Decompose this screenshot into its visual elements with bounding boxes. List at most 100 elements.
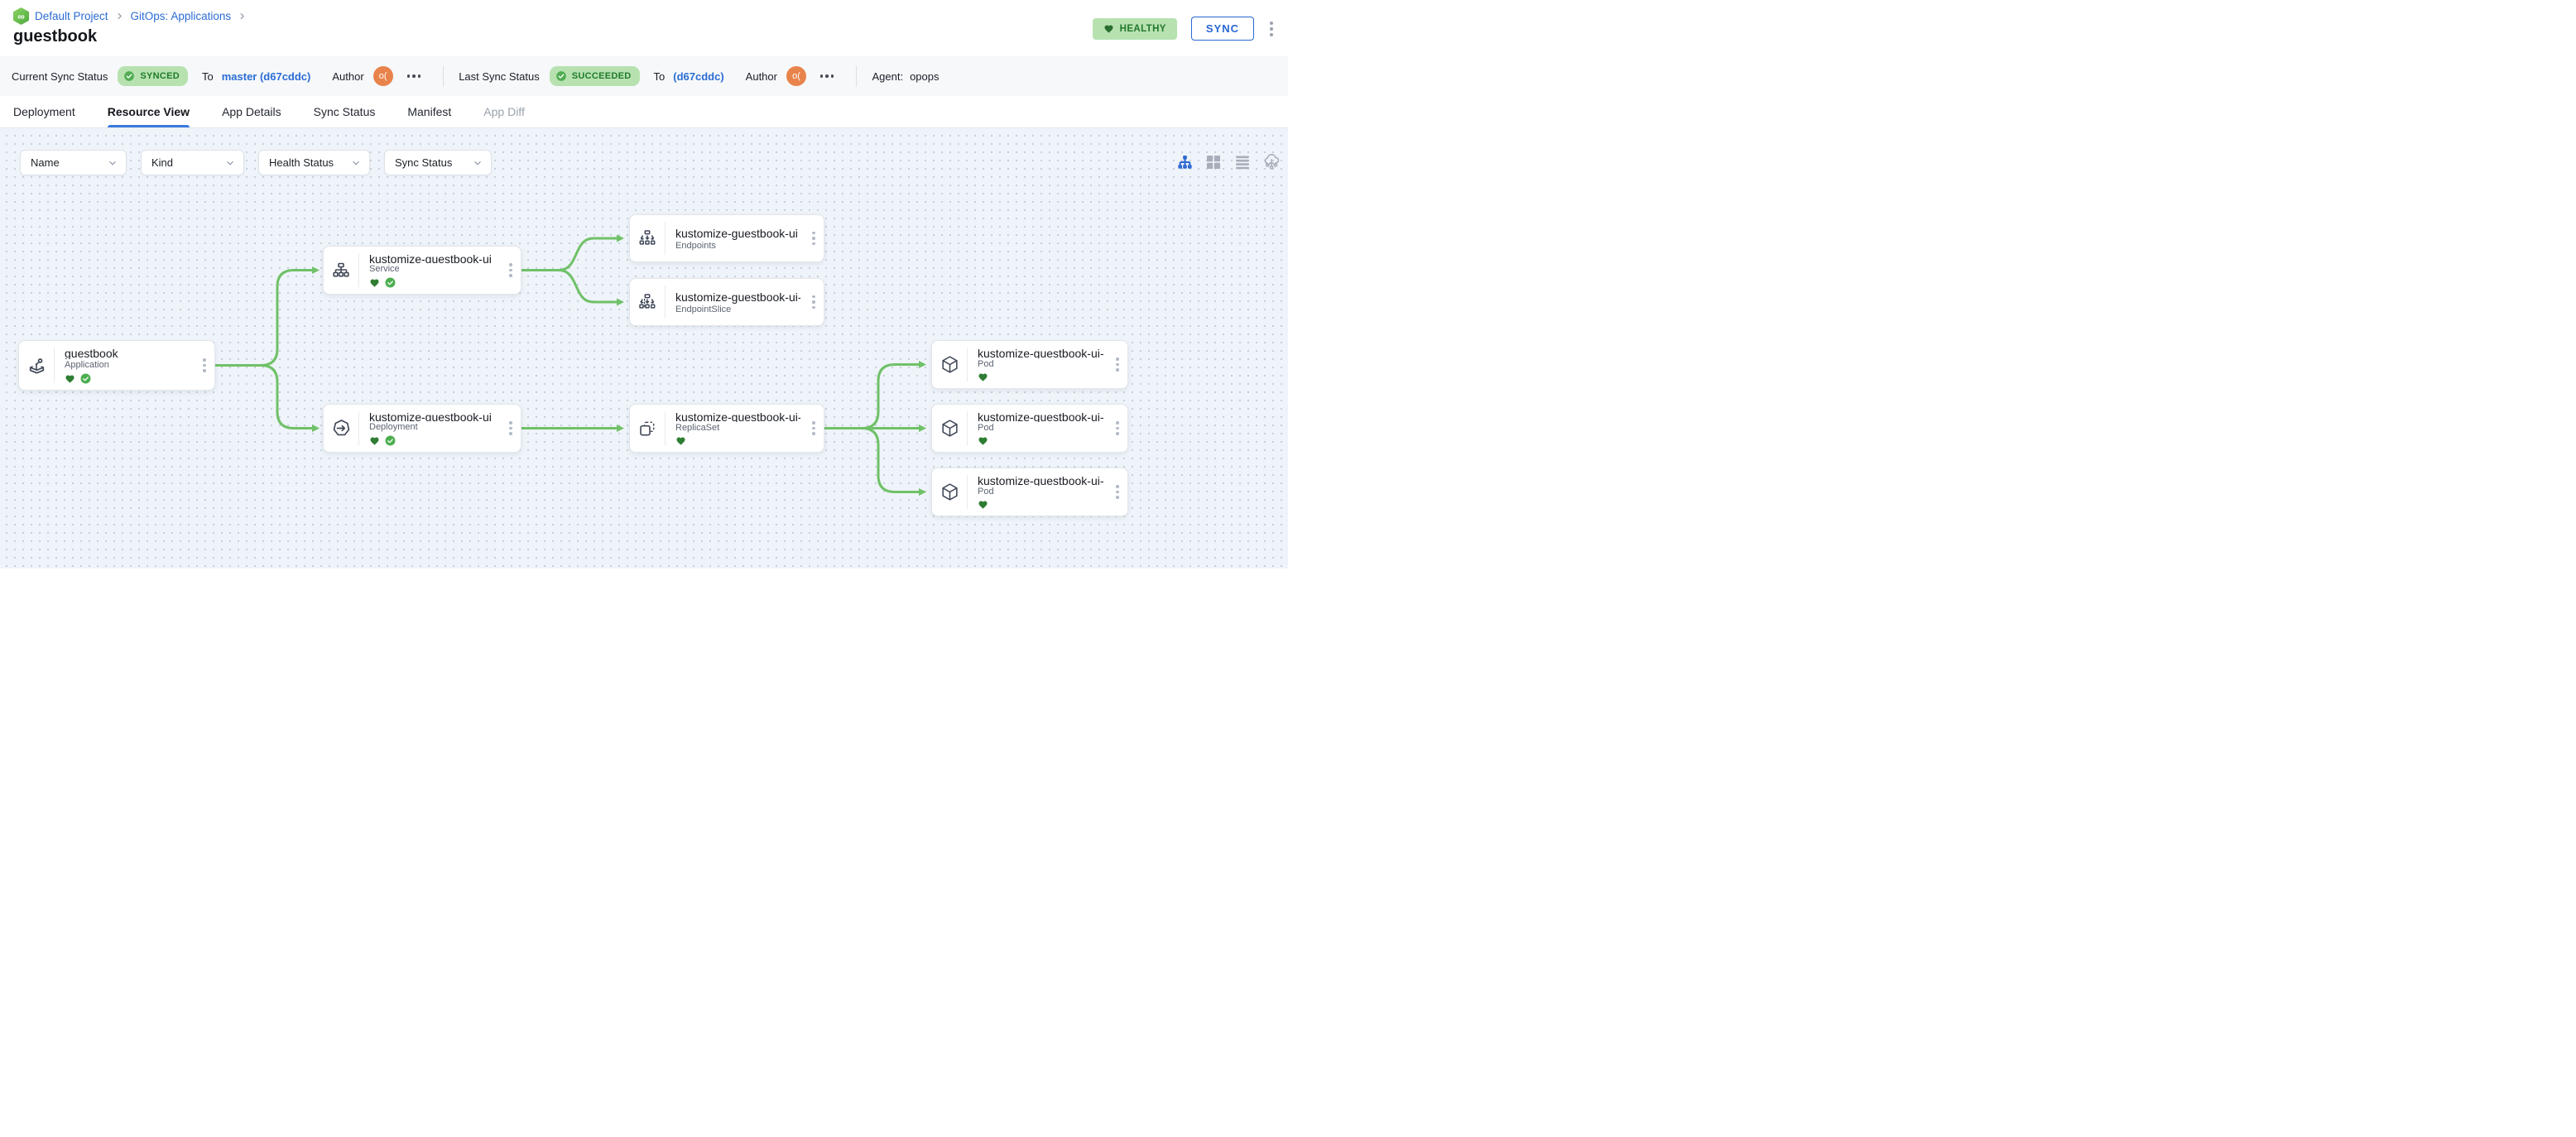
resource-name: kustomize-guestbook-ui-... [978, 347, 1104, 358]
current-sync-status-label: Current Sync Status [12, 70, 108, 83]
resource-node-endpointslice[interactable]: kustomize-guestbook-ui-... EndpointSlice [629, 278, 824, 326]
author-avatar: o( [372, 66, 393, 86]
chevron-down-icon [474, 161, 481, 166]
chevron-right-icon [237, 11, 248, 22]
kebab-menu-icon[interactable] [1108, 468, 1127, 516]
healthy-heart-icon [978, 501, 988, 509]
last-sync-status-badge: SUCCEEDED [549, 66, 640, 86]
resource-name: kustomize-guestbook-ui [675, 226, 798, 240]
pod-icon [932, 405, 967, 452]
author-avatar: o( [786, 66, 806, 86]
resource-node-pod[interactable]: kustomize-guestbook-ui-... Pod [931, 340, 1128, 389]
tab-app-diff: App Diff [483, 105, 525, 118]
pod-icon [932, 341, 967, 388]
resource-kind: Pod [978, 423, 994, 433]
application-icon [19, 341, 54, 390]
healthy-heart-icon [65, 375, 74, 383]
pod-icon [932, 468, 967, 516]
breadcrumb: ∞ Default Project GitOps: Applications [13, 7, 1275, 25]
resource-name: kustomize-guestbook-ui-... [675, 410, 800, 422]
author-label: Author [332, 70, 364, 83]
resource-kind: Service [369, 264, 400, 274]
tree-view-icon[interactable] [1176, 154, 1193, 170]
kebab-menu-icon[interactable] [1108, 405, 1127, 452]
resource-kind: Endpoints [675, 240, 716, 251]
tab-app-details[interactable]: App Details [222, 96, 281, 127]
chevron-down-icon [227, 161, 233, 166]
synced-check-icon [80, 373, 91, 384]
tab-resource-view[interactable]: Resource View [107, 96, 190, 127]
tab-manifest[interactable]: Manifest [407, 96, 451, 127]
resource-kind: Pod [978, 487, 994, 497]
project-icon: ∞ [13, 7, 29, 25]
resource-name: kustomize-guestbook-ui-... [978, 410, 1104, 422]
sync-button[interactable]: SYNC [1190, 17, 1254, 41]
header-actions: HEALTHY SYNC [1092, 17, 1275, 41]
page-title: guestbook [13, 27, 98, 46]
tab-sync-status[interactable]: Sync Status [314, 96, 376, 127]
agent-value: opops [910, 70, 940, 83]
check-circle-icon [555, 71, 566, 81]
breadcrumb-project[interactable]: Default Project [35, 10, 108, 22]
sync-status-bar: Current Sync Status SYNCED To master (d6… [0, 56, 1288, 96]
last-sync-target-link[interactable]: (d67cddc) [673, 70, 723, 83]
resource-name: kustomize-guestbook-ui [369, 410, 492, 421]
current-sync-target-link[interactable]: master (d67cddc) [222, 70, 311, 83]
heart-icon [1104, 25, 1113, 33]
resource-kind: ReplicaSet [675, 423, 720, 433]
resource-node-deployment[interactable]: kustomize-guestbook-ui Deployment [323, 404, 521, 453]
endpointslice-icon [630, 279, 665, 325]
healthy-heart-icon [978, 373, 988, 381]
tab-bar: Deployment Resource View App Details Syn… [0, 96, 1288, 128]
resource-node-replicaset[interactable]: kustomize-guestbook-ui-... ReplicaSet [629, 404, 824, 453]
health-status-badge: HEALTHY [1092, 17, 1177, 40]
kebab-menu-icon[interactable] [501, 247, 521, 294]
agent-label: Agent: [872, 70, 904, 83]
resource-node-endpoints[interactable]: kustomize-guestbook-ui Endpoints [629, 214, 824, 262]
resource-tree-canvas[interactable]: Name Kind Health Status Sync Status gues… [0, 128, 1288, 568]
name-filter-dropdown[interactable]: Name [20, 150, 127, 175]
gitops-application-page: ∞ Default Project GitOps: Applications g… [0, 0, 1288, 568]
resource-name: kustomize-guestbook-ui-... [675, 290, 800, 304]
kebab-menu-icon[interactable] [1108, 341, 1127, 388]
grid-view-icon[interactable] [1205, 154, 1222, 170]
more-info-icon[interactable] [818, 72, 837, 80]
healthy-heart-icon [370, 279, 379, 287]
resource-node-application-guestbook[interactable]: guestbook Application [18, 340, 215, 391]
chevron-down-icon [109, 161, 116, 166]
divider [443, 65, 445, 87]
healthy-heart-icon [370, 437, 379, 445]
more-info-icon[interactable] [405, 72, 424, 80]
page-header: ∞ Default Project GitOps: Applications g… [0, 0, 1288, 56]
kind-filter-dropdown[interactable]: Kind [141, 150, 244, 175]
health-status-filter-dropdown[interactable]: Health Status [258, 150, 370, 175]
chevron-down-icon [353, 161, 359, 166]
replicaset-icon [630, 405, 665, 452]
breadcrumb-section[interactable]: GitOps: Applications [131, 10, 232, 22]
kebab-menu-icon[interactable] [501, 405, 521, 452]
endpoints-icon [630, 215, 665, 261]
kebab-menu-icon[interactable] [804, 279, 824, 325]
author-label: Author [745, 70, 777, 83]
resource-filters: Name Kind Health Status Sync Status [20, 150, 492, 175]
healthy-heart-icon [978, 437, 988, 445]
kebab-menu-icon[interactable] [195, 341, 214, 390]
synced-check-icon [385, 277, 396, 288]
resource-name: kustomize-guestbook-ui [369, 252, 492, 263]
resource-node-service[interactable]: kustomize-guestbook-ui Service [323, 246, 521, 295]
list-view-icon[interactable] [1234, 154, 1251, 170]
sync-status-filter-dropdown[interactable]: Sync Status [384, 150, 492, 175]
healthy-heart-icon [676, 437, 685, 445]
health-badge-label: HEALTHY [1119, 23, 1166, 34]
tab-deployment[interactable]: Deployment [13, 96, 75, 127]
kebab-menu-icon[interactable] [804, 405, 824, 452]
cluster-view-icon[interactable] [1263, 154, 1280, 170]
resource-kind: EndpointSlice [675, 304, 732, 314]
resource-node-pod[interactable]: kustomize-guestbook-ui-... Pod [931, 468, 1128, 516]
synced-check-icon [385, 435, 396, 446]
kebab-menu-icon[interactable] [1268, 20, 1275, 38]
resource-node-pod[interactable]: kustomize-guestbook-ui-... Pod [931, 404, 1128, 453]
to-label: To [201, 70, 214, 83]
kebab-menu-icon[interactable] [804, 215, 824, 261]
check-circle-icon [124, 71, 135, 81]
